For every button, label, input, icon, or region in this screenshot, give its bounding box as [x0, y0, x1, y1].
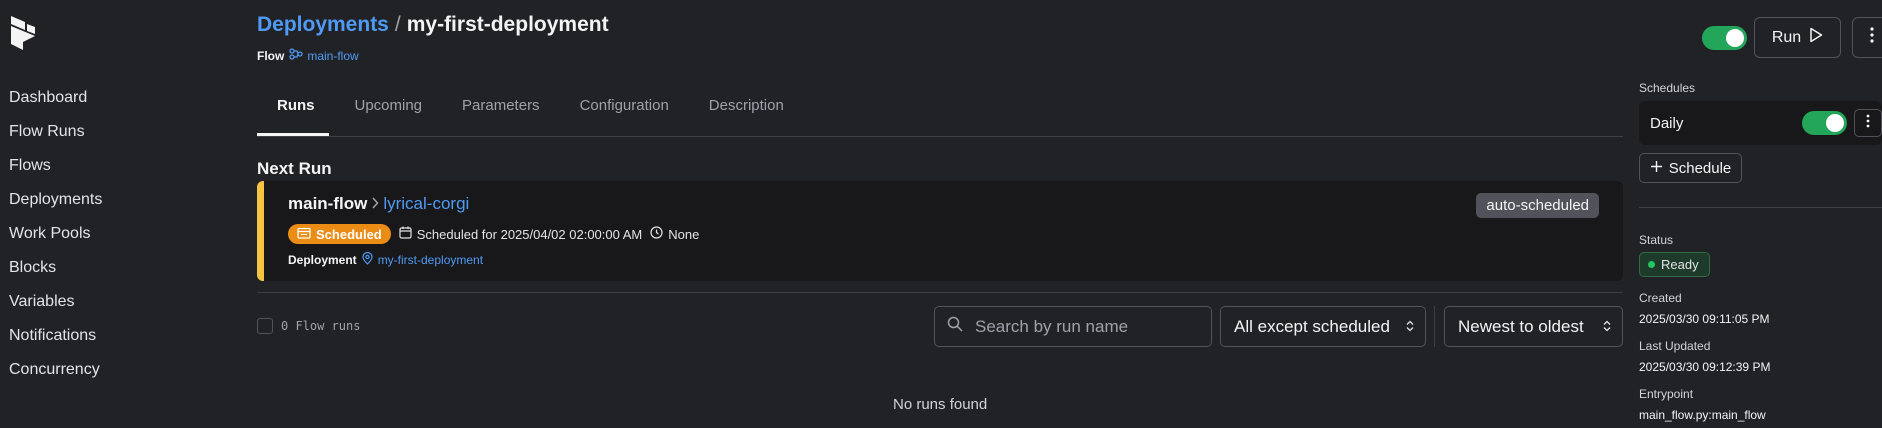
run-button-label: Run: [1771, 28, 1802, 46]
schedule-name: Daily: [1650, 115, 1684, 132]
breadcrumb-deployments-link[interactable]: Deployments: [257, 13, 389, 36]
flow-runs-count-text: 0 Flow runs: [281, 319, 361, 333]
tab-description[interactable]: Description: [689, 96, 804, 136]
sidebar-item-variables[interactable]: Variables: [9, 291, 102, 325]
filter-separator: [1434, 306, 1435, 347]
status-value: Ready: [1661, 257, 1699, 272]
tab-bar: Runs Upcoming Parameters Configuration D…: [257, 96, 804, 136]
search-icon: [947, 316, 963, 337]
search-field[interactable]: [934, 306, 1212, 347]
scheduled-time: Scheduled for 2025/04/02 02:00:00 AM: [399, 226, 643, 242]
flow-icon: [289, 48, 303, 63]
schedules-label: Schedules: [1639, 81, 1696, 95]
status-dot-icon: [1648, 261, 1655, 268]
sidebar-item-notifications[interactable]: Notifications: [9, 325, 102, 359]
flow-runs-count: 0 Flow runs: [257, 318, 360, 334]
last-updated-label: Last Updated: [1639, 339, 1711, 353]
state-filter-select[interactable]: All except scheduled: [1220, 306, 1426, 347]
run-name-link[interactable]: lyrical-corgi: [383, 194, 469, 214]
deployment-active-toggle[interactable]: [1702, 26, 1747, 50]
duration: None: [650, 226, 699, 242]
location-pin-icon: [362, 251, 373, 268]
add-schedule-label: Schedule: [1668, 159, 1732, 177]
play-icon: [1809, 27, 1823, 48]
sidebar-item-work-pools[interactable]: Work Pools: [9, 223, 102, 257]
section-divider: [257, 292, 1623, 293]
sidebar-item-flows[interactable]: Flows: [9, 155, 102, 189]
status-badge: Ready: [1639, 252, 1710, 277]
run-deployment: Deployment my-first-deployment: [288, 251, 483, 268]
next-run-card[interactable]: main-flow lyrical-corgi auto-scheduled S…: [257, 181, 1623, 281]
flow-link[interactable]: main-flow: [307, 49, 358, 63]
sidebar-item-flow-runs[interactable]: Flow Runs: [9, 121, 102, 155]
vertical-dots-icon: [1866, 114, 1870, 133]
calendar-icon: [399, 226, 412, 242]
status-label: Status: [1639, 233, 1674, 247]
tab-parameters[interactable]: Parameters: [442, 96, 560, 136]
right-panel-divider: [1639, 207, 1882, 208]
auto-scheduled-tag: auto-scheduled: [1476, 193, 1599, 218]
sort-select[interactable]: Newest to oldest: [1444, 306, 1623, 347]
deployment-label: Deployment: [288, 253, 357, 267]
run-title: main-flow lyrical-corgi: [288, 194, 469, 214]
created-value: 2025/03/30 09:11:05 PM: [1639, 312, 1770, 326]
more-options-button[interactable]: [1852, 17, 1882, 58]
schedule-more-button[interactable]: [1854, 109, 1882, 137]
chevron-up-down-icon: [1603, 317, 1611, 337]
plus-icon: [1650, 160, 1663, 177]
sidebar-item-deployments[interactable]: Deployments: [9, 189, 102, 223]
schedule-card: Daily: [1639, 101, 1882, 145]
sort-value: Newest to oldest: [1458, 316, 1584, 336]
breadcrumb-separator: /: [394, 13, 401, 36]
sidebar-nav: Dashboard Flow Runs Flows Deployments Wo…: [9, 87, 102, 393]
flow-info: Flow main-flow: [257, 48, 359, 63]
sidebar-item-blocks[interactable]: Blocks: [9, 257, 102, 291]
page-title: my-first-deployment: [406, 13, 609, 36]
clock-icon: [650, 226, 663, 242]
entrypoint-label: Entrypoint: [1639, 387, 1694, 401]
created-label: Created: [1639, 291, 1682, 305]
run-flow-name[interactable]: main-flow: [288, 194, 367, 214]
tab-upcoming[interactable]: Upcoming: [335, 96, 443, 136]
deployment-link[interactable]: my-first-deployment: [378, 253, 483, 267]
state-filter-value: All except scheduled: [1234, 316, 1390, 336]
next-run-heading: Next Run: [257, 159, 332, 178]
prefect-logo-icon[interactable]: [9, 14, 37, 52]
state-badge: Scheduled: [288, 224, 391, 244]
sidebar-item-concurrency[interactable]: Concurrency: [9, 359, 102, 393]
tab-configuration[interactable]: Configuration: [560, 96, 689, 136]
last-updated-value: 2025/03/30 09:12:39 PM: [1639, 360, 1771, 374]
chevron-right-icon: [371, 196, 379, 213]
scheduled-time-text: Scheduled for 2025/04/02 02:00:00 AM: [416, 226, 643, 242]
schedule-active-toggle[interactable]: [1802, 111, 1847, 135]
chevron-up-down-icon: [1406, 317, 1414, 337]
state-label: Scheduled: [316, 226, 382, 242]
empty-state-message: No runs found: [893, 396, 988, 413]
sidebar-item-dashboard[interactable]: Dashboard: [9, 87, 102, 121]
add-schedule-button[interactable]: Schedule: [1639, 153, 1742, 183]
calendar-clock-icon: [297, 227, 311, 242]
run-button[interactable]: Run: [1754, 17, 1841, 58]
flow-label: Flow: [257, 48, 285, 63]
search-input[interactable]: [975, 316, 1195, 337]
breadcrumb: Deployments / my-first-deployment: [257, 13, 609, 37]
vertical-dots-icon: [1870, 27, 1874, 48]
run-meta: Scheduled Scheduled for 2025/04/02 02:00…: [288, 224, 699, 244]
entrypoint-value: main_flow.py:main_flow: [1639, 408, 1766, 422]
duration-text: None: [668, 226, 700, 242]
tabs-divider: [257, 136, 1623, 137]
tab-runs[interactable]: Runs: [257, 96, 335, 136]
select-all-checkbox[interactable]: [257, 318, 273, 334]
